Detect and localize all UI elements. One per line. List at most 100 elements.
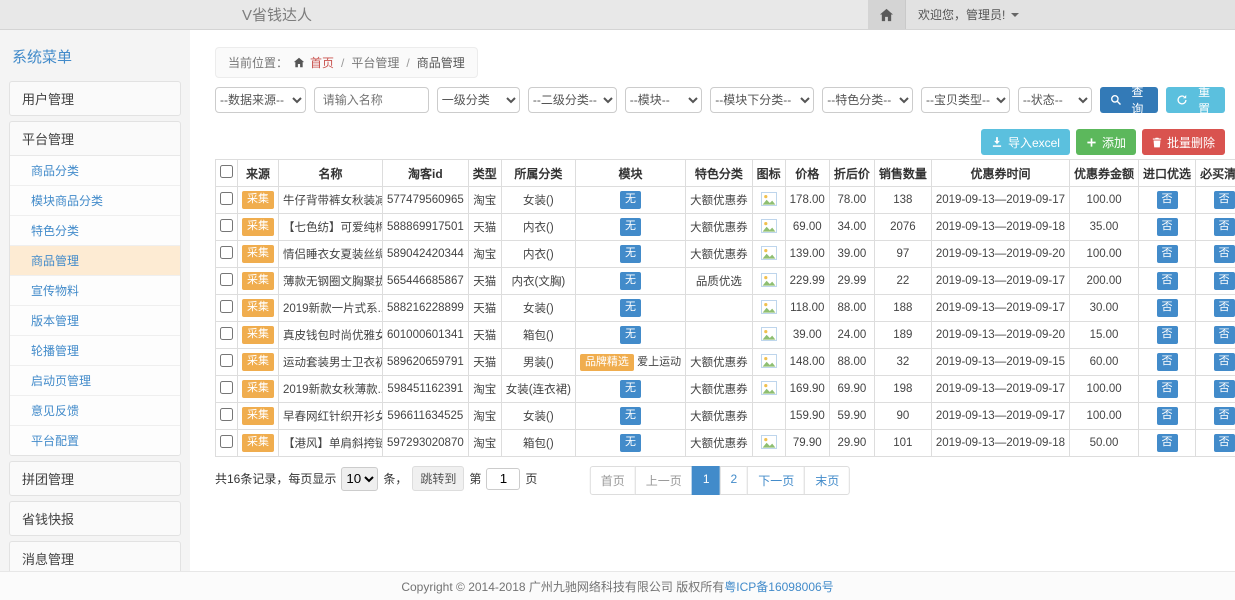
jump-button[interactable]: 跳转到 [412,466,464,491]
user-menu[interactable]: 欢迎您，管理员! [906,0,1031,29]
page-number-input[interactable] [486,468,520,490]
sidebar-subitem-9[interactable]: 平台配置 [10,426,180,455]
sidebar-item-label[interactable]: 拼团管理 [10,462,180,495]
cell-category: 箱包() [501,430,575,457]
icp-link[interactable]: 粤ICP备16098006号 [724,578,833,595]
page-button-4[interactable]: 下一页 [747,466,805,495]
plus-icon [1086,137,1097,148]
import-excel-button[interactable]: 导入excel [981,129,1070,155]
module-none-badge: 无 [620,299,641,316]
row-checkbox[interactable] [220,192,233,205]
cell-type: 天猫 [468,268,501,295]
filter-select-3[interactable]: --模块-- [625,87,703,113]
filter-select-1[interactable]: 一级分类 [437,87,520,113]
page-button-0[interactable]: 首页 [590,466,636,495]
breadcrumb-home-link[interactable]: 首页 [310,54,334,71]
sidebar-subitem-7[interactable]: 启动页管理 [10,366,180,396]
cell-module: 无 [575,403,685,430]
cell-type: 天猫 [468,295,501,322]
cell-coupon-amount: 100.00 [1070,376,1139,403]
cell-type: 淘宝 [468,187,501,214]
filter-select-0[interactable]: --数据来源-- [215,87,306,113]
import-pick-badge: 否 [1157,191,1178,208]
row-checkbox[interactable] [220,408,233,421]
sidebar-subitem-3[interactable]: 商品管理 [10,246,180,276]
cell-source: 采集 [238,214,279,241]
sidebar-subitem-1[interactable]: 模块商品分类 [10,186,180,216]
search-button[interactable]: 查询 [1100,87,1159,113]
source-badge: 采集 [242,299,274,316]
cell-tkid: 588869917501 [383,214,469,241]
action-bar: 导入excel 添加 批量删除 [215,129,1225,155]
filter-select-4[interactable]: --模块下分类-- [710,87,814,113]
table-footer: 共16条记录，每页显示 10 条， 跳转到 第 页 首页上一页12下一页末页 [215,466,1225,496]
row-checkbox[interactable] [220,381,233,394]
cell-source: 采集 [238,241,279,268]
row-checkbox[interactable] [220,354,233,367]
reset-button[interactable]: 重置 [1166,87,1225,113]
cell-import-pick: 否 [1139,430,1196,457]
cell-price: 148.00 [785,349,829,376]
row-checkbox[interactable] [220,246,233,259]
select-all-checkbox[interactable] [220,165,233,178]
source-badge: 采集 [242,434,274,451]
name-search-input[interactable] [314,87,429,113]
sidebar-item-platform-heading[interactable]: 平台管理 [10,122,180,155]
sidebar-subitem-5[interactable]: 版本管理 [10,306,180,336]
sidebar-subitem-8[interactable]: 意见反馈 [10,396,180,426]
select-all-header [216,160,238,187]
row-checkbox[interactable] [220,300,233,313]
row-checkbox[interactable] [220,273,233,286]
cell-name: 运动套装男士卫衣初秋... [279,349,383,376]
cell-sales: 188 [874,295,931,322]
cell-feature: 大额优惠券 [686,403,753,430]
sidebar-item-label[interactable]: 消息管理 [10,542,180,571]
sidebar-subitem-0[interactable]: 商品分类 [10,156,180,186]
filter-select-7[interactable]: --状态-- [1018,87,1092,113]
source-badge: 采集 [242,380,274,397]
page-button-5[interactable]: 末页 [804,466,850,495]
sidebar-subitem-6[interactable]: 轮播管理 [10,336,180,366]
cell-module: 无 [575,295,685,322]
cell-check [216,322,238,349]
sidebar-item-users-heading[interactable]: 用户管理 [10,82,180,115]
table-row: 采集2019新款女秋薄款...598451162391淘宝女装(连衣裙)无大额优… [216,376,1235,403]
sidebar-subitem-4[interactable]: 宣传物料 [10,276,180,306]
cell-price: 159.90 [785,403,829,430]
sidebar-menu-after: 拼团管理省钱快报消息管理订单管理兑换管理 [9,461,181,571]
sidebar-subitem-2[interactable]: 特色分类 [10,216,180,246]
copyright-text: Copyright © 2014-2018 广州九驰网络科技有限公司 版权所有 [401,578,724,595]
row-checkbox[interactable] [220,219,233,232]
cell-feature [686,322,753,349]
row-checkbox[interactable] [220,327,233,340]
cell-must-buy: 否 [1196,214,1235,241]
breadcrumb-item-platform[interactable]: 平台管理 [351,54,399,71]
page-button-1[interactable]: 上一页 [635,466,693,495]
cell-tkid: 596611634525 [383,403,469,430]
sidebar-item-label[interactable]: 省钱快报 [10,502,180,535]
filter-select-2[interactable]: --二级分类-- [528,87,617,113]
cell-feature [686,295,753,322]
filter-select-6[interactable]: --宝贝类型-- [921,87,1010,113]
filter-select-5[interactable]: --特色分类-- [822,87,913,113]
add-button[interactable]: 添加 [1076,129,1136,155]
import-icon [991,136,1003,148]
cell-icon [752,322,785,349]
page-button-2[interactable]: 1 [692,466,721,495]
cell-discount: 88.00 [829,349,874,376]
cell-coupon-time: 2019-09-13—2019-09-17 [931,295,1069,322]
page-button-3[interactable]: 2 [720,466,749,495]
page-suffix-text: 页 [525,470,537,487]
column-header-12: 优惠券金额 [1070,160,1139,187]
import-pick-badge: 否 [1157,326,1178,343]
cell-module: 无 [575,214,685,241]
cell-tkid: 589620659791 [383,349,469,376]
per-page-select[interactable]: 10 [341,467,378,491]
row-checkbox[interactable] [220,435,233,448]
batch-delete-button[interactable]: 批量删除 [1142,129,1225,155]
cell-coupon-time: 2019-09-13—2019-09-17 [931,376,1069,403]
cell-feature: 大额优惠券 [686,214,753,241]
must-buy-badge: 否 [1214,353,1235,370]
product-icon [761,327,777,341]
home-button[interactable] [868,0,906,29]
